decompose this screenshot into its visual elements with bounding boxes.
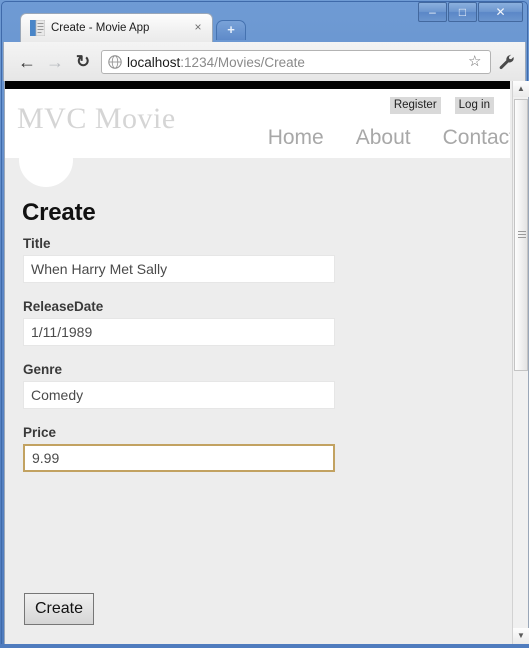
- window-controls: – □ ✕: [417, 2, 523, 24]
- nav-about[interactable]: About: [356, 126, 411, 150]
- globe-icon: [108, 55, 122, 69]
- genre-input[interactable]: [23, 381, 335, 409]
- create-button[interactable]: Create: [24, 593, 94, 625]
- vertical-scrollbar[interactable]: ▲ ▼: [512, 81, 529, 644]
- site-header: MVC Movie Register Log in Home About Con…: [5, 89, 510, 158]
- minimize-icon: –: [429, 5, 436, 19]
- url-text: localhost:1234/Movies/Create: [127, 53, 305, 73]
- decorative-circle: [19, 133, 73, 187]
- scroll-down-icon[interactable]: ▼: [513, 628, 529, 644]
- price-input[interactable]: [23, 444, 335, 472]
- tab-strip: Create - Movie App × + – □ ✕: [0, 0, 529, 42]
- back-icon[interactable]: ←: [16, 51, 38, 73]
- web-page: MVC Movie Register Log in Home About Con…: [5, 81, 510, 644]
- address-bar[interactable]: localhost:1234/Movies/Create ☆: [101, 50, 491, 74]
- scrollbar-thumb[interactable]: [514, 99, 528, 371]
- tab-title: Create - Movie App: [51, 22, 150, 34]
- label-releasedate: ReleaseDate: [23, 299, 104, 314]
- url-host: localhost: [127, 55, 181, 70]
- releasedate-input[interactable]: [23, 318, 335, 346]
- plus-icon: +: [227, 22, 235, 37]
- label-genre: Genre: [23, 362, 63, 377]
- wrench-icon[interactable]: [498, 53, 516, 71]
- close-window-icon: ✕: [495, 5, 506, 19]
- close-window-button[interactable]: ✕: [478, 2, 523, 22]
- nav-contact[interactable]: Contact: [443, 126, 510, 150]
- scroll-up-icon[interactable]: ▲: [513, 81, 529, 97]
- page-title: Create: [22, 199, 96, 226]
- label-price: Price: [23, 425, 57, 440]
- star-icon[interactable]: ☆: [468, 54, 484, 70]
- nav-home[interactable]: Home: [268, 126, 324, 150]
- minimize-button[interactable]: –: [418, 2, 447, 22]
- maximize-button[interactable]: □: [448, 2, 477, 22]
- reload-icon[interactable]: ↻: [72, 51, 94, 73]
- url-path: :1234/Movies/Create: [180, 55, 305, 70]
- forward-icon[interactable]: →: [44, 51, 66, 73]
- main-nav: Home About Contact: [268, 126, 510, 150]
- label-title: Title: [23, 236, 51, 251]
- page-viewport: MVC Movie Register Log in Home About Con…: [4, 81, 525, 644]
- close-icon[interactable]: ×: [192, 21, 204, 33]
- login-link[interactable]: Log in: [454, 97, 494, 114]
- top-black-bar: [5, 81, 510, 89]
- title-input[interactable]: [23, 255, 335, 283]
- browser-tab[interactable]: Create - Movie App ×: [20, 13, 213, 42]
- browser-window: Create - Movie App × + – □ ✕ ← → ↻ local…: [0, 0, 529, 648]
- auth-links: Register Log in: [389, 97, 494, 114]
- window-bottom-edge: [0, 644, 529, 648]
- register-link[interactable]: Register: [389, 97, 441, 114]
- site-logo[interactable]: MVC Movie: [17, 102, 176, 136]
- browser-toolbar: ← → ↻ localhost:1234/Movies/Create ☆: [3, 42, 526, 81]
- document-favicon: [30, 20, 45, 36]
- maximize-icon: □: [458, 5, 467, 19]
- scrollbar-grip: [518, 231, 526, 239]
- new-tab-button[interactable]: +: [216, 20, 246, 40]
